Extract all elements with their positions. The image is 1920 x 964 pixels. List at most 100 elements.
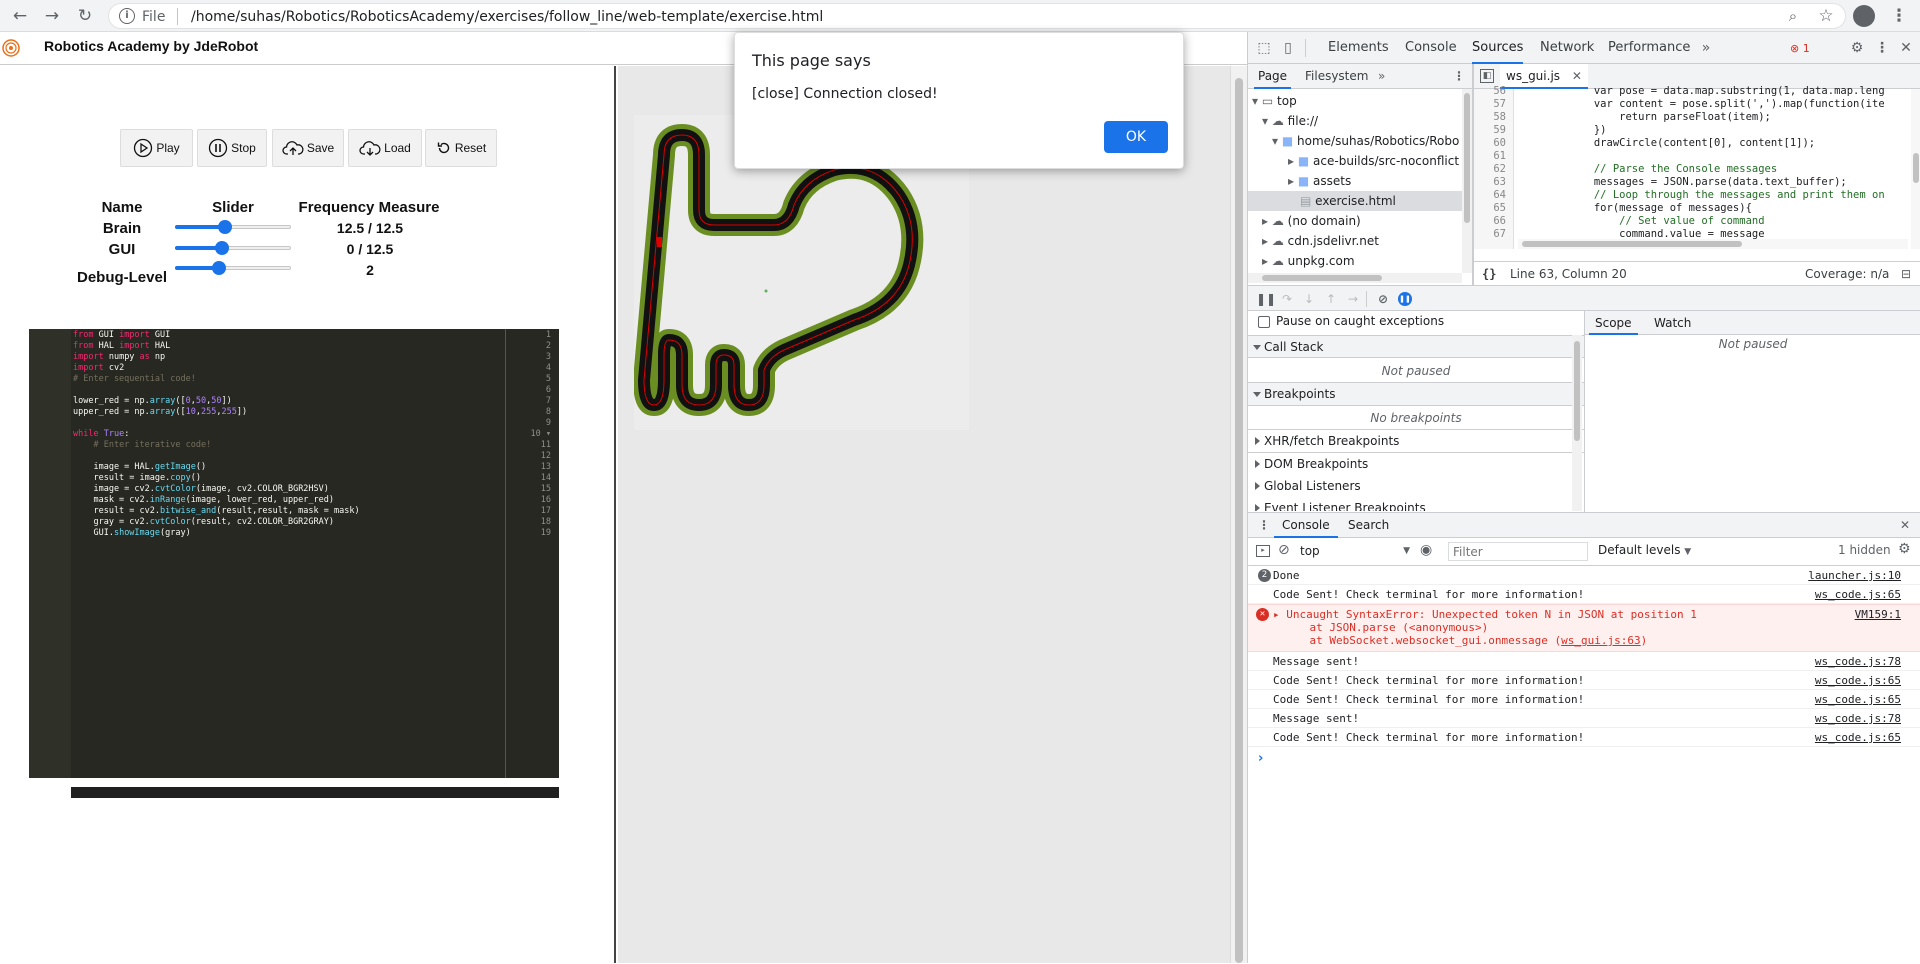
omnibox-divider [177, 8, 178, 25]
console-source-link[interactable]: launcher.js:10 [1808, 569, 1901, 582]
console-sidebar-icon[interactable]: ▸ [1256, 545, 1270, 557]
xhr-breakpoints-section[interactable]: XHR/fetch Breakpoints [1248, 430, 1584, 453]
pause-script-icon[interactable]: ❚❚ [1256, 290, 1276, 308]
tab-performance[interactable]: Performance [1608, 32, 1690, 64]
step-out-icon[interactable]: ↑ [1322, 290, 1340, 308]
pretty-print-icon[interactable]: {} [1482, 262, 1496, 286]
drawer-tab-search[interactable]: Search [1348, 513, 1389, 538]
pause-on-exceptions-icon[interactable]: ❚❚ [1398, 292, 1412, 306]
inspect-element-icon[interactable]: ⬚ [1254, 32, 1274, 64]
close-drawer-icon[interactable]: ✕ [1900, 513, 1910, 538]
pause-exceptions-checkbox[interactable] [1258, 316, 1270, 328]
console-source-link[interactable]: ws_code.js:65 [1815, 674, 1901, 687]
tab-scope[interactable]: Scope [1589, 311, 1638, 335]
page-scrollbar[interactable] [1230, 66, 1247, 963]
code-line: mask = cv2.inRange(image, lower_red, upp… [73, 495, 334, 505]
console-message-text: Code Sent! Check terminal for more infor… [1273, 588, 1585, 601]
url-text[interactable]: /home/suhas/Robotics/RoboticsAcademy/exe… [191, 9, 823, 25]
cloud-upload-icon [282, 141, 304, 155]
reset-button[interactable]: Reset [425, 129, 497, 167]
tree-item-exercise-html[interactable]: ▤ exercise.html [1248, 191, 1462, 211]
step-over-icon[interactable]: ↷ [1278, 290, 1296, 308]
tree-vertical-scrollbar[interactable] [1462, 89, 1472, 273]
stack-trace-link[interactable]: ws_gui.js:63 [1561, 634, 1640, 647]
drawer-menu-icon[interactable]: ⋮ [1258, 513, 1270, 538]
tab-watch[interactable]: Watch [1654, 311, 1691, 335]
profile-avatar-icon[interactable] [1853, 5, 1875, 27]
coverage-icon[interactable]: ⊟ [1901, 262, 1911, 286]
toggle-navigator-icon[interactable]: ◧ [1480, 69, 1494, 83]
tree-item-home-folder[interactable]: ▾ ■ home/suhas/Robotics/Robo [1272, 131, 1462, 151]
tab-network[interactable]: Network [1540, 32, 1594, 64]
console-source-link[interactable]: ws_code.js:78 [1815, 655, 1901, 668]
reload-icon[interactable]: ↻ [74, 5, 96, 27]
tree-horizontal-scrollbar[interactable] [1248, 273, 1462, 283]
gui-frequency-slider[interactable] [175, 241, 291, 255]
tree-item-file[interactable]: ▾ ☁ file:// [1262, 111, 1462, 131]
console-settings-gear-icon[interactable]: ⚙ [1898, 541, 1911, 557]
console-prompt[interactable]: › [1258, 751, 1263, 766]
tab-filesystem[interactable]: Filesystem [1305, 64, 1368, 89]
dialog-ok-button[interactable]: OK [1104, 121, 1168, 153]
console-source-link[interactable]: VM159:1 [1855, 608, 1901, 621]
file-tree: ▾ ▭ top ▾ ☁ file:// ▾ ■ home/suhas/Robot… [1248, 89, 1472, 285]
more-tabs-icon[interactable]: » [1696, 32, 1716, 64]
navigator-menu-icon[interactable]: ⋮ [1453, 64, 1465, 89]
tab-elements[interactable]: Elements [1328, 32, 1389, 64]
load-button[interactable]: Load [348, 129, 422, 167]
step-into-icon[interactable]: ↓ [1300, 290, 1318, 308]
console-source-link[interactable]: ws_code.js:65 [1815, 588, 1901, 601]
debug-level-value: 2 [366, 262, 374, 278]
brain-frequency-slider[interactable] [175, 220, 291, 234]
console-source-link[interactable]: ws_code.js:78 [1815, 712, 1901, 725]
tree-item-ace-builds[interactable]: ▸ ■ ace-builds/src-noconflict [1288, 151, 1462, 171]
code-editor[interactable]: 1 2 3 4 5 6 7 8 9 10 ▾ 11 12 13 14 15 16 17 18 19 from GUI… [29, 329, 559, 798]
browser-menu-icon[interactable]: ⋮ [1888, 5, 1910, 27]
address-bar[interactable]: i File /home/suhas/Robotics/RoboticsAcad… [108, 3, 1846, 29]
sidebar-scrollbar[interactable] [1572, 335, 1582, 511]
console-source-link[interactable]: ws_code.js:65 [1815, 731, 1901, 744]
zoom-icon[interactable]: ⌕ [1782, 5, 1804, 27]
tree-item-cdn-jsdelivr[interactable]: ▸ ☁ cdn.jsdelivr.net [1262, 231, 1462, 251]
console-source-link[interactable]: ws_code.js:65 [1815, 693, 1901, 706]
console-filter-input[interactable] [1448, 542, 1588, 561]
error-count-badge[interactable]: ⊗ 1 [1790, 42, 1810, 56]
device-toolbar-icon[interactable]: ▯ [1278, 32, 1298, 64]
dom-breakpoints-section[interactable]: DOM Breakpoints [1248, 453, 1584, 476]
code-line: # Enter sequential code! [73, 374, 196, 384]
tree-item-no-domain[interactable]: ▸ ☁ (no domain) [1262, 211, 1462, 231]
tab-page[interactable]: Page [1254, 64, 1292, 89]
close-devtools-icon[interactable]: ✕ [1896, 32, 1916, 64]
source-horizontal-scrollbar[interactable] [1518, 239, 1908, 249]
stop-button[interactable]: Stop [197, 129, 267, 167]
breakpoints-section[interactable]: Breakpoints [1248, 383, 1584, 406]
clear-console-icon[interactable]: ⊘ [1278, 542, 1290, 558]
tree-item-unpkg[interactable]: ▸ ☁ unpkg.com [1262, 251, 1462, 271]
global-listeners-section[interactable]: Global Listeners [1248, 475, 1584, 498]
context-selector[interactable]: top ▼ [1300, 541, 1410, 561]
deactivate-breakpoints-icon[interactable]: ⊘ [1374, 290, 1392, 308]
more-navigator-icon[interactable]: » [1378, 64, 1385, 89]
live-expression-eye-icon[interactable]: ◉ [1420, 542, 1432, 558]
play-button[interactable]: Play [120, 129, 193, 167]
close-tab-icon[interactable]: ✕ [1572, 69, 1582, 83]
settings-gear-icon[interactable]: ⚙ [1847, 32, 1867, 64]
info-icon[interactable]: i [119, 8, 135, 24]
event-listener-breakpoints-section[interactable]: Event Listener Breakpoints [1248, 497, 1584, 511]
call-stack-section[interactable]: Call Stack [1248, 335, 1584, 358]
back-arrow-icon[interactable]: ← [9, 5, 31, 27]
tree-item-top[interactable]: ▾ ▭ top [1252, 91, 1462, 111]
bookmark-star-icon[interactable]: ☆ [1815, 5, 1837, 27]
log-levels-dropdown[interactable]: Default levels ▼ [1598, 543, 1691, 557]
forward-arrow-icon[interactable]: → [41, 5, 63, 27]
step-icon[interactable]: → [1344, 290, 1362, 308]
tree-item-assets[interactable]: ▸ ■ assets [1288, 171, 1462, 191]
source-code-view[interactable]: 56 var pose = data.map.substring(1, data… [1474, 85, 1920, 249]
tab-console[interactable]: Console [1405, 32, 1457, 64]
drawer-tab-console[interactable]: Console [1274, 513, 1338, 538]
tab-sources[interactable]: Sources [1472, 32, 1524, 64]
source-vertical-scrollbar[interactable] [1911, 89, 1920, 249]
debug-level-slider[interactable] [175, 261, 291, 275]
save-button[interactable]: Save [272, 129, 344, 167]
devtools-menu-icon[interactable]: ⋮ [1872, 32, 1892, 64]
